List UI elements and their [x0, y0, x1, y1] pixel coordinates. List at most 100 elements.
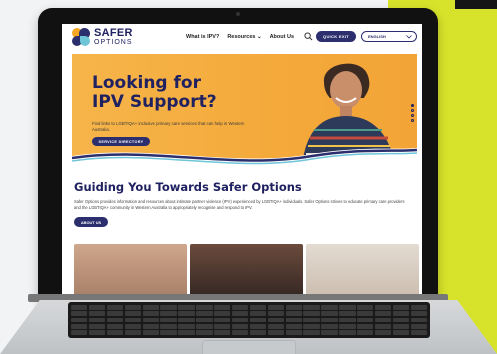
- keyboard-key: [374, 311, 392, 317]
- nav-item-resources[interactable]: Resources ⌄: [227, 34, 261, 40]
- carousel-dot-4[interactable]: [411, 119, 414, 122]
- keyboard-key: [88, 311, 106, 317]
- keyboard-key: [249, 311, 267, 317]
- keyboard-key: [249, 323, 267, 329]
- keyboard-key: [196, 311, 213, 317]
- keyboard-key: [339, 317, 356, 323]
- keyboard-key: [71, 305, 88, 310]
- carousel-dot-1[interactable]: [411, 104, 414, 107]
- nav-item-what-is-ipv[interactable]: What is IPV?: [186, 34, 219, 40]
- keyboard-key: [178, 330, 195, 335]
- keyboard-key: [142, 330, 159, 335]
- keyboard-key: [285, 323, 302, 329]
- keyboard-key: [106, 305, 124, 310]
- keyboard-key: [214, 317, 231, 323]
- keyboard-key: [71, 317, 88, 323]
- keyboard-key: [410, 311, 427, 317]
- hero-title-line1: Looking for: [92, 73, 201, 93]
- keyboard-key: [214, 311, 231, 317]
- keyboard-key: [285, 317, 302, 323]
- keyboard-key: [142, 311, 159, 317]
- keyboard-key: [196, 305, 213, 310]
- keyboard-key: [106, 311, 124, 317]
- language-label: ENGLISH: [368, 34, 386, 39]
- keyboard-key: [410, 323, 427, 329]
- keyboard-key: [321, 305, 338, 310]
- keyboard-key: [285, 305, 302, 310]
- carousel-dot-2[interactable]: [411, 109, 414, 112]
- keyboard-key: [374, 317, 392, 323]
- hero-title: Looking for IPV Support?: [92, 74, 217, 112]
- hero-title-line2: IPV Support?: [92, 92, 217, 112]
- hero-carousel-dots: [411, 104, 414, 122]
- feature-card-image[interactable]: [74, 244, 187, 296]
- keyboard-key: [231, 305, 249, 310]
- keyboard-key: [410, 330, 427, 335]
- keyboard-key: [392, 305, 410, 310]
- carousel-dot-3[interactable]: [411, 114, 414, 117]
- laptop-screen: SAFER OPTIONS What is IPV? Resources ⌄ A…: [62, 24, 422, 296]
- webcam-icon: [236, 12, 240, 16]
- keyboard-key: [392, 311, 410, 317]
- language-select[interactable]: ENGLISH: [361, 31, 417, 42]
- keyboard-key: [357, 323, 374, 329]
- keyboard-key: [106, 317, 124, 323]
- logo-line1: SAFER: [94, 27, 133, 39]
- keyboard-key: [214, 330, 231, 335]
- keyboard-key: [160, 330, 177, 335]
- keyboard-key: [124, 323, 141, 329]
- keyboard-key: [178, 305, 195, 310]
- keyboard-key: [160, 323, 177, 329]
- keyboard-key: [267, 305, 284, 310]
- keyboard-key: [88, 330, 106, 335]
- keyboard-key: [249, 317, 267, 323]
- keyboard-key: [142, 323, 159, 329]
- site-header: SAFER OPTIONS What is IPV? Resources ⌄ A…: [62, 24, 422, 52]
- hero-banner: Looking for IPV Support? Find links to L…: [72, 54, 417, 166]
- keyboard-key: [392, 317, 410, 323]
- logo-line2: OPTIONS: [94, 39, 133, 46]
- keyboard-key: [160, 305, 177, 310]
- nav-item-about-us[interactable]: About Us: [270, 34, 294, 40]
- keyboard-key: [303, 305, 320, 310]
- feature-card-image[interactable]: [190, 244, 303, 296]
- site-logo[interactable]: SAFER OPTIONS: [72, 28, 133, 46]
- keyboard-key: [410, 317, 427, 323]
- keyboard-key: [392, 323, 410, 329]
- keyboard-key: [267, 323, 284, 329]
- search-icon[interactable]: [304, 32, 313, 41]
- quick-exit-button[interactable]: QUICK EXIT: [316, 31, 356, 42]
- keyboard-key: [321, 323, 338, 329]
- keyboard-key: [267, 311, 284, 317]
- main-nav: What is IPV? Resources ⌄ About Us: [186, 34, 294, 40]
- chevron-down-icon: [406, 34, 412, 39]
- keyboard-key: [71, 330, 88, 335]
- keyboard-key: [231, 330, 249, 335]
- keyboard-key: [231, 323, 249, 329]
- keyboard-key: [339, 305, 356, 310]
- keyboard-key: [374, 305, 392, 310]
- keyboard-key: [88, 305, 106, 310]
- keyboard-key: [88, 317, 106, 323]
- keyboard-key: [339, 311, 356, 317]
- keyboard-key: [196, 323, 213, 329]
- logo-mark-icon: [72, 28, 90, 46]
- keyboard-key: [357, 305, 374, 310]
- keyboard-key: [124, 305, 141, 310]
- about-us-button[interactable]: ABOUT US: [74, 217, 108, 227]
- keyboard-key: [231, 311, 249, 317]
- feature-cards: [74, 244, 419, 296]
- keyboard-key: [71, 323, 88, 329]
- keyboard-key: [214, 305, 231, 310]
- keyboard-key: [196, 330, 213, 335]
- feature-card-image[interactable]: [306, 244, 419, 296]
- keyboard-key: [71, 311, 88, 317]
- keyboard-key: [374, 323, 392, 329]
- keyboard-key: [178, 311, 195, 317]
- keyboard-key: [88, 323, 106, 329]
- keyboard-key: [285, 330, 302, 335]
- keyboard-key: [124, 311, 141, 317]
- keyboard-key: [303, 330, 320, 335]
- keyboard-key: [321, 311, 338, 317]
- keyboard-key: [160, 317, 177, 323]
